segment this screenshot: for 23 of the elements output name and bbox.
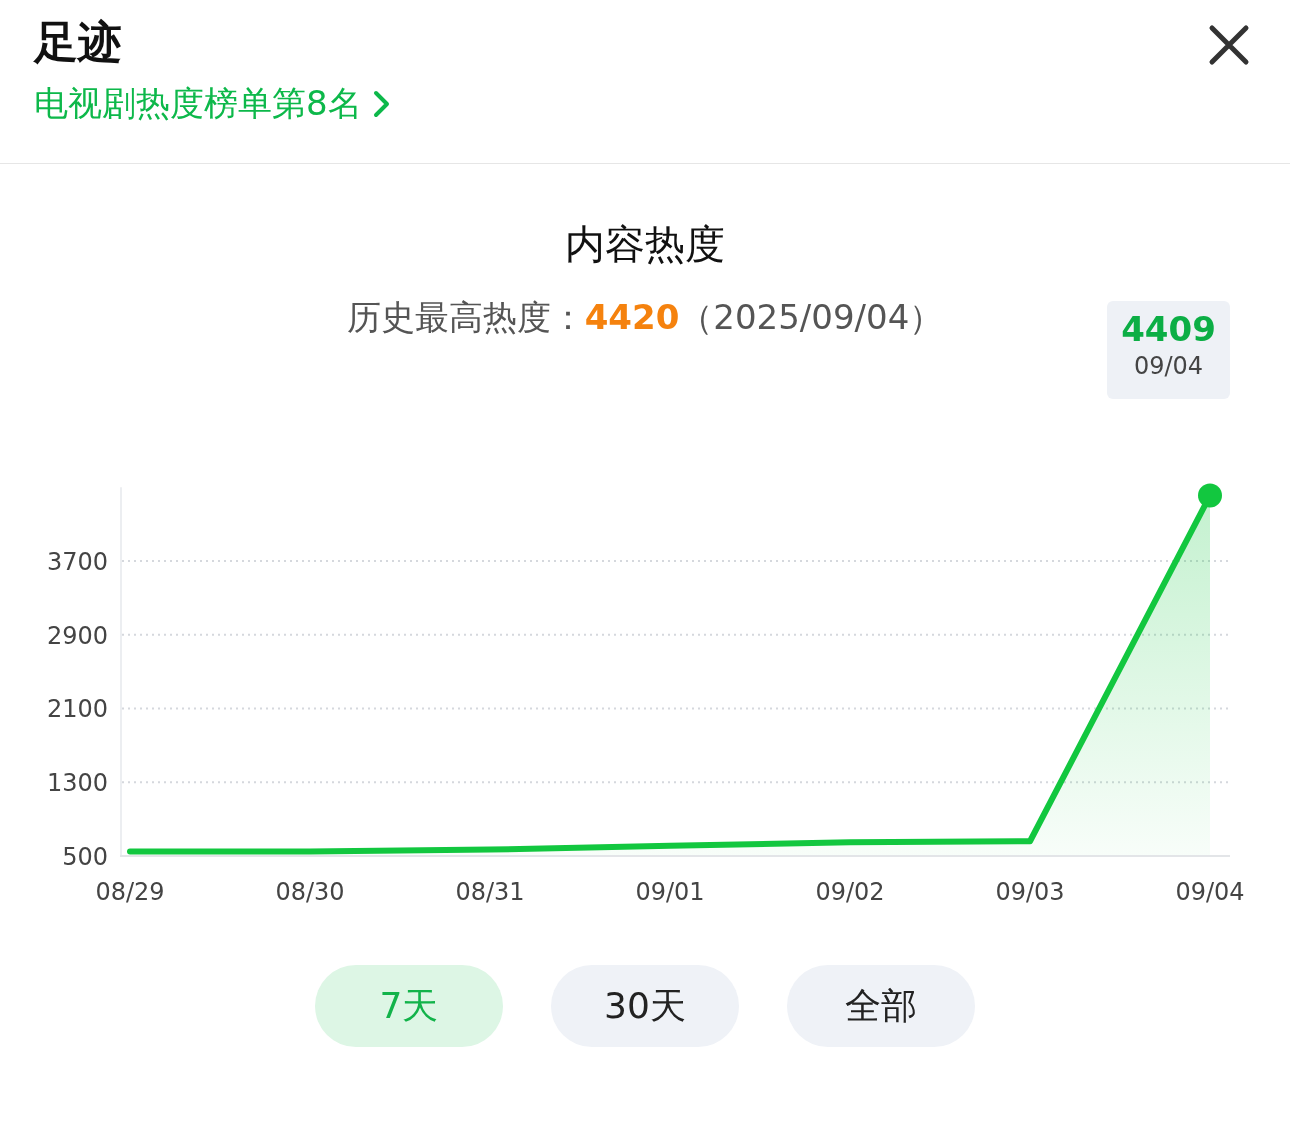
- data-point: [1198, 483, 1222, 508]
- panel-title: 足迹: [34, 18, 123, 67]
- y-axis-label: 500: [62, 843, 108, 871]
- chevron-right-icon: [371, 88, 392, 119]
- x-axis-label: 08/30: [275, 878, 345, 906]
- range-tab[interactable]: 30天: [551, 965, 739, 1047]
- close-icon: [1208, 24, 1250, 66]
- x-axis-label: 09/03: [995, 878, 1065, 906]
- y-axis-label: 2900: [46, 621, 108, 650]
- x-axis-label: 09/02: [815, 878, 885, 906]
- peak-date: （2025/09/04）: [679, 297, 944, 337]
- chart-title: 内容热度: [565, 221, 725, 267]
- x-axis-label: 09/01: [635, 878, 705, 906]
- x-axis-label: 09/04: [1175, 878, 1245, 906]
- y-axis-label: 2100: [46, 695, 108, 724]
- x-axis-label: 08/31: [455, 878, 525, 906]
- peak-label: 历史最高热度：: [346, 297, 585, 337]
- y-axis-label: 3700: [46, 547, 108, 576]
- range-tab[interactable]: 全部: [787, 965, 975, 1047]
- x-axis-label: 08/29: [95, 878, 165, 906]
- y-axis-label: 1300: [46, 769, 108, 798]
- peak-value: 4420: [584, 297, 680, 337]
- value-tooltip: 4409 09/04: [1107, 301, 1230, 399]
